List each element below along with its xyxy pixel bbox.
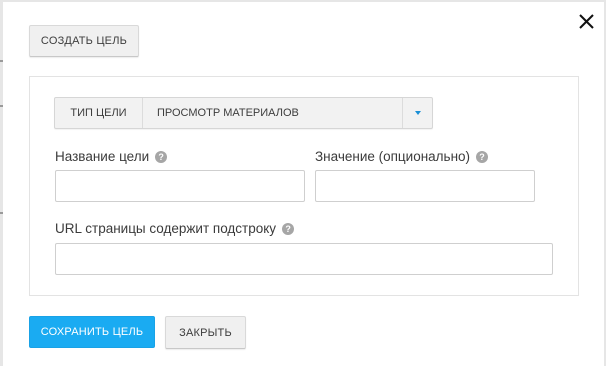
modal-backdrop-top <box>0 0 606 2</box>
goal-type-select[interactable]: ТИП ЦЕЛИ ПРОСМОТР МАТЕРИАЛОВ <box>54 97 433 129</box>
backdrop-divider <box>0 105 3 107</box>
goal-name-input[interactable] <box>55 170 305 202</box>
url-contains-label: URL страницы содержит подстроку ? <box>55 221 295 236</box>
close-button[interactable]: ЗАКРЫТЬ <box>165 316 246 349</box>
help-icon[interactable]: ? <box>155 150 168 163</box>
goal-type-value[interactable]: ПРОСМОТР МАТЕРИАЛОВ <box>143 98 403 128</box>
goal-type-label: ТИП ЦЕЛИ <box>55 98 143 128</box>
url-contains-label-text: URL страницы содержит подстроку <box>55 221 277 236</box>
close-icon[interactable] <box>576 11 598 33</box>
create-goal-button[interactable]: СОЗДАТЬ ЦЕЛЬ <box>29 25 139 57</box>
backdrop-divider <box>0 60 3 62</box>
goal-name-label: Название цели ? <box>55 149 168 164</box>
goal-value-label: Значение (опционально) ? <box>315 149 489 164</box>
goal-name-label-text: Название цели <box>55 149 150 164</box>
url-contains-input[interactable] <box>55 243 553 275</box>
modal-backdrop-left <box>0 0 3 366</box>
backdrop-divider <box>0 212 3 214</box>
goal-value-input[interactable] <box>315 170 535 202</box>
chevron-down-icon[interactable] <box>403 98 432 128</box>
goal-value-label-text: Значение (опционально) <box>315 149 471 164</box>
help-icon[interactable]: ? <box>282 222 295 235</box>
help-icon[interactable]: ? <box>476 150 489 163</box>
save-goal-button[interactable]: СОХРАНИТЬ ЦЕЛЬ <box>29 316 155 348</box>
